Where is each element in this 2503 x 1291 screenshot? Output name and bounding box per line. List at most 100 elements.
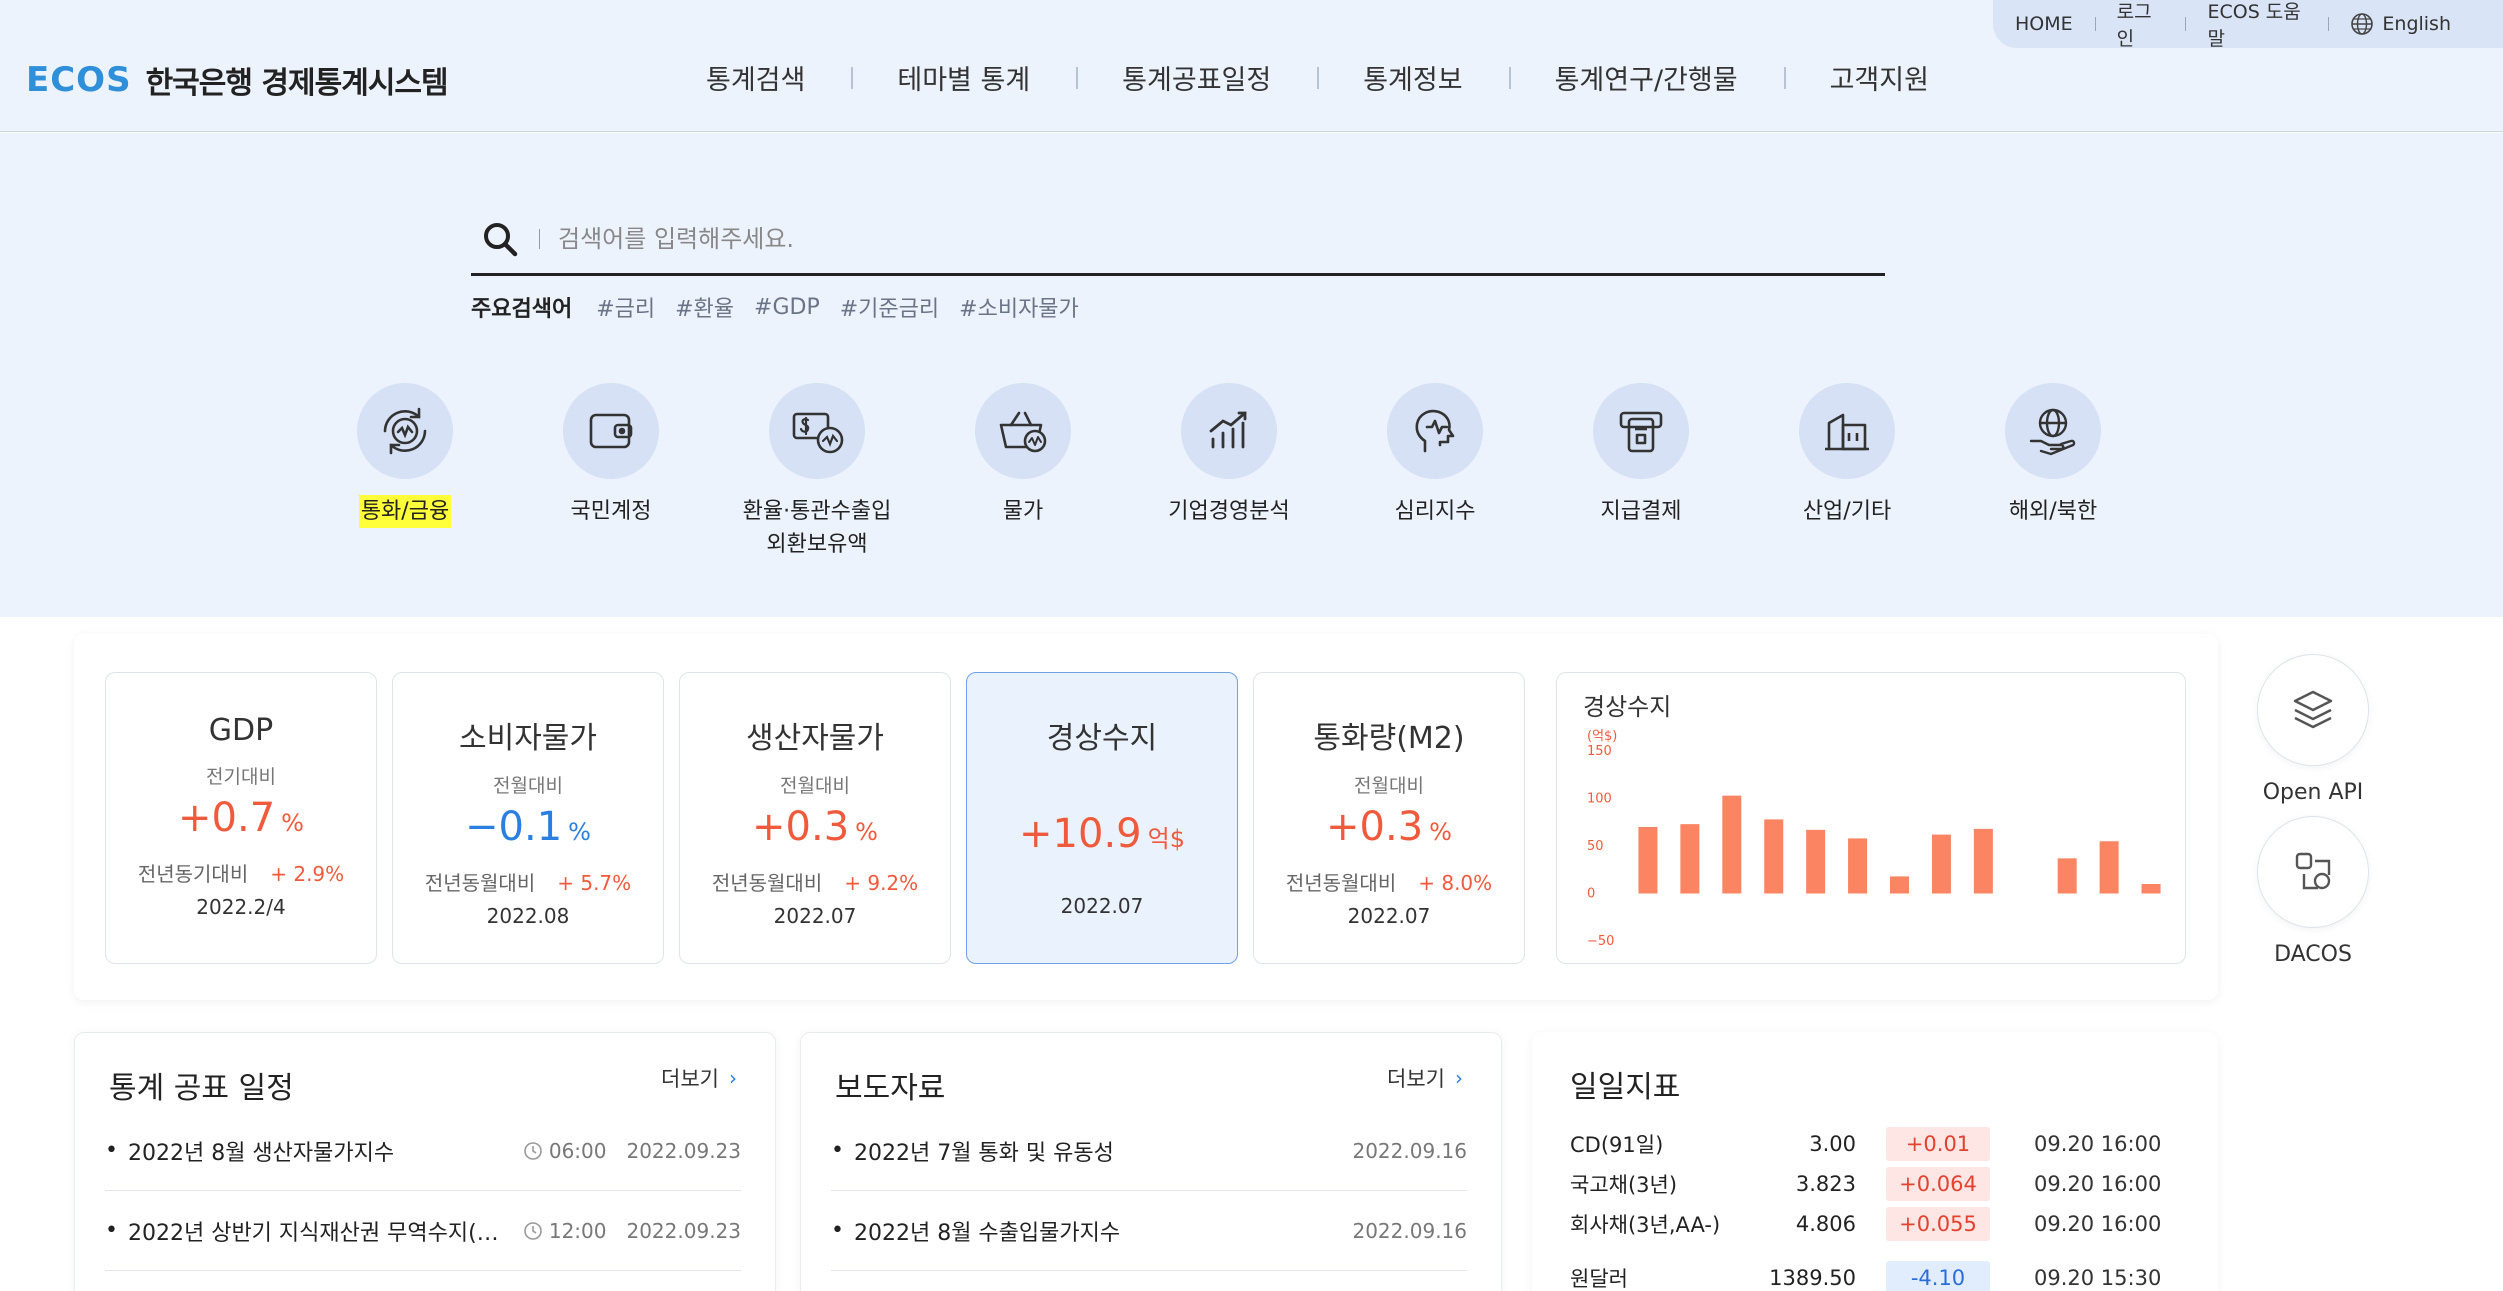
key-indicators-panel: GDP 전기대비 +0.7% 전년동기대비 + 2.9% 2022.2/4 소비자… — [74, 634, 2218, 1000]
chart-bar[interactable] — [1638, 827, 1658, 894]
indicator-card-m2[interactable]: 통화량(M2) 전월대비 +0.3% 전년동월대비 + 8.0% 2022.07 — [1253, 672, 1525, 964]
keyword-link[interactable]: #환율 — [675, 291, 734, 323]
press-row[interactable]: • 2022년 8월 수출입물가지수 2022.09.16 — [831, 1191, 1467, 1271]
category-label: 물가 — [1002, 499, 1044, 524]
press-row[interactable]: • 2022년 7월 통화 및 유동성 2022.09.16 — [831, 1111, 1467, 1191]
daily-row[interactable]: 원달러 1389.50 -4.10 09.20 15:30 — [1570, 1258, 2190, 1291]
indicator-date: 2022.2/4 — [196, 895, 286, 919]
util-english[interactable]: English — [2328, 12, 2451, 36]
chevron-right-icon: › — [729, 1066, 737, 1090]
keyword-link[interactable]: #기준금리 — [840, 291, 939, 323]
keyword-link[interactable]: #GDP — [754, 295, 820, 320]
nav-release-schedule[interactable]: 통계공표일정 — [1076, 58, 1317, 97]
indicator-date: 2022.07 — [773, 904, 857, 928]
nav-stat-info[interactable]: 통계정보 — [1317, 58, 1508, 97]
schedule-row-title: 2022년 상반기 지식재산권 무역수지(잠… — [127, 1220, 503, 1246]
money-exchange-icon — [769, 383, 865, 479]
category-business-analysis[interactable]: 기업경영분석 — [1126, 383, 1332, 561]
util-home[interactable]: HOME — [1993, 13, 2095, 35]
category-label: 환율·통관수출입 외환보유액 — [742, 499, 892, 557]
daily-title: 일일지표 — [1570, 1070, 1681, 1105]
chart-bar[interactable] — [1680, 824, 1700, 894]
daily-row-change: +0.01 — [1886, 1127, 1990, 1161]
category-payment-settlement[interactable]: 지급결제 — [1538, 383, 1744, 561]
schedule-more-link[interactable]: 더보기 › — [661, 1063, 737, 1093]
chart-y-tick: 0 — [1587, 887, 1595, 902]
chart-y-tick: 50 — [1587, 839, 1604, 854]
category-label: 해외/북한 — [2008, 499, 2098, 524]
search-separator — [539, 228, 540, 249]
category-money-finance[interactable]: 통화/금융 — [302, 383, 508, 561]
category-exchange-trade[interactable]: 환율·통관수출입 외환보유액 — [714, 383, 920, 561]
chart-bar[interactable] — [2099, 841, 2119, 894]
schedule-row[interactable]: • 2022년 상반기 지식재산권 무역수지(잠… 12:00 2022.09.… — [105, 1191, 741, 1271]
shapes-icon — [2257, 816, 2369, 928]
logo-org: 한국은행 경제통계시스템 — [145, 66, 449, 101]
chart-bar[interactable] — [1764, 819, 1784, 894]
indicator-card-gdp[interactable]: GDP 전기대비 +0.7% 전년동기대비 + 2.9% 2022.2/4 — [105, 672, 377, 964]
wallet-icon — [563, 383, 659, 479]
keyword-link[interactable]: #소비자물가 — [959, 291, 1079, 323]
indicator-value: +0.3% — [1326, 804, 1452, 850]
clock-icon — [524, 1221, 542, 1240]
nav-stat-search[interactable]: 통계검색 — [660, 58, 851, 97]
indicator-title: 통화량(M2) — [1313, 721, 1465, 756]
search-input[interactable] — [558, 213, 1885, 264]
chart-bar[interactable] — [1973, 828, 1993, 894]
chart-bar[interactable] — [1848, 838, 1868, 894]
category-industry-other[interactable]: 산업/기타 — [1744, 383, 1950, 561]
shopping-basket-icon — [975, 383, 1071, 479]
category-label: 산업/기타 — [1802, 499, 1892, 524]
indicator-card-ppi[interactable]: 생산자물가 전월대비 +0.3% 전년동월대비 + 9.2% 2022.07 — [679, 672, 951, 964]
indicator-card-current-account[interactable]: 경상수지 +10.9 억$ 2022.07 — [966, 672, 1238, 964]
daily-row[interactable]: CD(91일) 3.00 +0.01 09.20 16:00 — [1570, 1124, 2190, 1164]
chart-bar[interactable] — [2057, 858, 2077, 894]
open-api-button[interactable]: Open API — [2257, 654, 2369, 805]
util-login[interactable]: 로그인 — [2094, 0, 2186, 51]
indicator-compare: 전월대비 — [1354, 775, 1424, 797]
daily-row-change: +0.064 — [1886, 1167, 1990, 1201]
indicator-compare: 전기대비 — [206, 766, 276, 788]
daily-row[interactable]: 국고채(3년) 3.823 +0.064 09.20 16:00 — [1570, 1164, 2190, 1204]
nav-theme-stats[interactable]: 테마별 통계 — [851, 58, 1076, 97]
indicator-date: 2022.08 — [486, 904, 570, 928]
press-row-date: 2022.09.16 — [1352, 1218, 1467, 1243]
press-more-link[interactable]: 더보기 › — [1387, 1063, 1463, 1093]
category-prices[interactable]: 물가 — [920, 383, 1126, 561]
logo[interactable]: ECOS 한국은행 경제통계시스템 — [26, 58, 449, 102]
chevron-right-icon: › — [1455, 1066, 1463, 1090]
schedule-row-time: 12:00 — [523, 1219, 606, 1243]
chart-bar[interactable] — [1931, 834, 1951, 894]
category-national-accounts[interactable]: 국민계정 — [508, 383, 714, 561]
category-overseas-nk[interactable]: 해외/북한 — [1950, 383, 2156, 561]
chart-svg: 150 100 50 0 −50 — [1587, 744, 2161, 949]
daily-row-name: 국고채(3년) — [1570, 1173, 1678, 1197]
nav-research[interactable]: 통계연구/간행물 — [1508, 58, 1784, 97]
category-sentiment-index[interactable]: 심리지수 — [1332, 383, 1538, 561]
chart-bar[interactable] — [1890, 876, 1909, 894]
indicator-card-cpi[interactable]: 소비자물가 전월대비 −0.1% 전년동월대비 + 5.7% 2022.08 — [392, 672, 664, 964]
util-help[interactable]: ECOS 도움말 — [2185, 0, 2328, 51]
schedule-row[interactable]: • 2022년 8월 생산자물가지수 06:00 2022.09.23 — [105, 1111, 741, 1191]
indicator-title: 경상수지 — [1046, 721, 1158, 756]
logo-brand: ECOS — [26, 60, 132, 100]
nav-customer-support[interactable]: 고객지원 — [1783, 58, 1975, 97]
search-icon[interactable] — [471, 210, 529, 268]
daily-row-value: 4.806 — [1795, 1212, 1856, 1236]
building-icon — [1799, 383, 1895, 479]
indicator-sub: 전년동기대비 + 2.9% — [137, 862, 345, 886]
indicator-compare: 전월대비 — [493, 775, 563, 797]
open-api-label: Open API — [2262, 780, 2364, 805]
indicator-compare: 전월대비 — [780, 775, 850, 797]
daily-row-time: 09.20 16:00 — [2034, 1132, 2162, 1156]
schedule-title: 통계 공표 일정 — [109, 1071, 294, 1106]
chart-bar[interactable] — [2141, 884, 2161, 894]
chart-bar[interactable] — [1806, 829, 1826, 894]
daily-row[interactable]: 회사채(3년,AA-) 4.806 +0.055 09.20 16:00 — [1570, 1204, 2190, 1244]
keyword-link[interactable]: #금리 — [596, 291, 655, 323]
category-label: 심리지수 — [1394, 499, 1476, 524]
globe-icon — [2351, 13, 2374, 35]
chart-y-tick: 100 — [1587, 792, 1612, 807]
dacos-button[interactable]: DACOS — [2257, 816, 2369, 967]
chart-bar[interactable] — [1722, 795, 1742, 894]
